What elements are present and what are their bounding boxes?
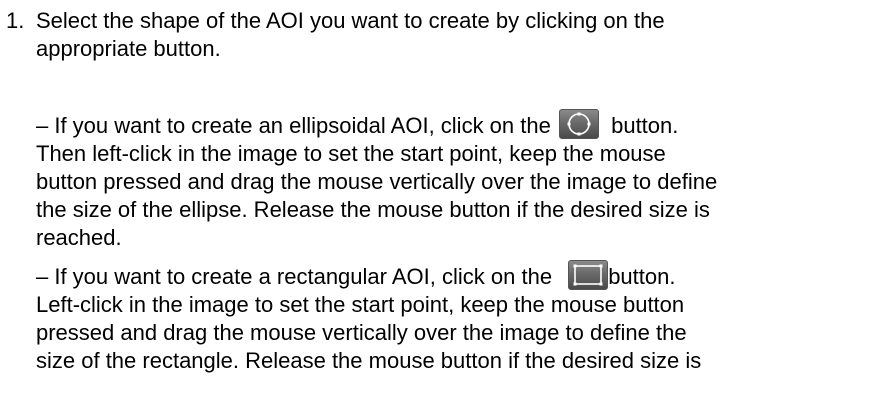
- instructions-document: 1. Select the shape of the AOI you want …: [0, 0, 872, 401]
- rectangle-instructions: – If you want to create a rectangular AO…: [36, 260, 701, 375]
- step-intro: Select the shape of the AOI you want to …: [36, 7, 665, 63]
- rectangle-aoi-icon: [568, 260, 609, 290]
- ellipse-instruction-line: – If you want to create an ellipsoidal A…: [36, 109, 717, 140]
- ellipse-instruction-line: reached.: [36, 225, 122, 250]
- ellipse-instruction-line: Then left-click in the image to set the …: [36, 141, 666, 166]
- rectangle-line-text: – If you want to create a rectangular AO…: [36, 264, 553, 289]
- ellipse-instruction-line: the size of the ellipse. Release the mou…: [36, 197, 710, 222]
- step-number: 1.: [6, 8, 25, 33]
- rectangle-instruction-line: Left-click in the image to set the start…: [36, 292, 685, 317]
- rectangle-line-text: button.: [608, 264, 676, 289]
- rectangle-instruction-line: pressed and drag the mouse vertically ov…: [36, 320, 687, 345]
- ellipse-instruction-line: button pressed and drag the mouse vertic…: [36, 169, 718, 194]
- ellipse-instructions: – If you want to create an ellipsoidal A…: [36, 109, 717, 252]
- step-intro-line: Select the shape of the AOI you want to …: [36, 8, 665, 33]
- step-intro-line: appropriate button.: [36, 36, 221, 61]
- ellipse-line-text: – If you want to create an ellipsoidal A…: [36, 113, 551, 138]
- ellipse-aoi-icon: [558, 109, 599, 139]
- rectangle-instruction-line: – If you want to create a rectangular AO…: [36, 260, 701, 291]
- rectangle-instruction-line: size of the rectangle. Release the mouse…: [36, 348, 702, 373]
- ellipse-line-text: button.: [611, 113, 679, 138]
